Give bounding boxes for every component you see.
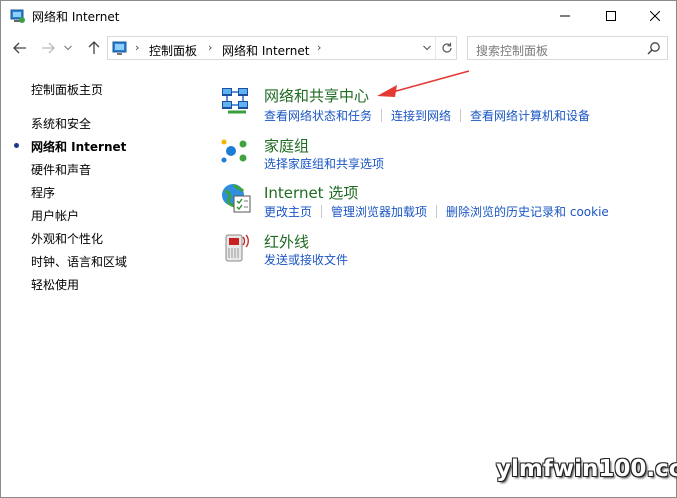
breadcrumb-network-internet[interactable]: 网络和 Internet: [222, 42, 309, 59]
sidebar-item-system-security[interactable]: 系统和安全: [31, 115, 91, 132]
internet-options-title[interactable]: Internet 选项: [264, 182, 358, 203]
address-history-chevron-down-icon[interactable]: [419, 37, 435, 59]
infrared-icon[interactable]: [220, 231, 252, 263]
minimize-button[interactable]: [542, 1, 588, 31]
homegroup-links: 选择家庭组和共享选项: [264, 155, 384, 172]
breadcrumb-control-panel[interactable]: 控制面板: [149, 42, 197, 59]
close-button[interactable]: [632, 1, 677, 31]
change-homepage-link[interactable]: 更改主页: [264, 203, 312, 220]
title-bar: 网络和 Internet: [1, 1, 676, 31]
infrared-links: 发送或接收文件: [264, 251, 348, 268]
control-panel-window: 网络和 Internet › 控制面板 › 网络和 Internet › 搜索控…: [0, 0, 677, 498]
network-sharing-center-icon[interactable]: [220, 85, 252, 117]
sidebar-item-clock-language-region[interactable]: 时钟、语言和区域: [31, 253, 127, 270]
link-divider: [381, 109, 383, 122]
network-window-icon: [10, 8, 26, 24]
breadcrumb-separator-icon[interactable]: ›: [208, 41, 212, 54]
link-divider: [321, 205, 323, 218]
search-placeholder: 搜索控制面板: [476, 44, 549, 58]
sidebar-item-programs[interactable]: 程序: [31, 184, 55, 201]
sidebar-item-user-accounts[interactable]: 用户帐户: [31, 207, 79, 224]
send-receive-files-link[interactable]: 发送或接收文件: [264, 251, 348, 268]
link-divider: [460, 109, 462, 122]
watermark: ylmfwin100.com: [496, 456, 677, 482]
homegroup-sharing-options-link[interactable]: 选择家庭组和共享选项: [264, 155, 384, 172]
search-input[interactable]: 搜索控制面板: [467, 36, 668, 60]
recent-locations-chevron-down-icon[interactable]: [61, 37, 75, 59]
homegroup-title[interactable]: 家庭组: [264, 135, 309, 156]
manage-addons-link[interactable]: 管理浏览器加载项: [331, 203, 427, 220]
current-item-bullet-icon: [14, 143, 19, 148]
search-icon[interactable]: [647, 41, 661, 55]
window-title: 网络和 Internet: [32, 10, 120, 24]
address-bar[interactable]: › 控制面板 › 网络和 Internet ›: [107, 36, 457, 60]
link-divider: [436, 205, 438, 218]
internet-options-links: 更改主页 管理浏览器加载项 删除浏览的历史记录和 cookie: [264, 203, 609, 220]
navigation-bar: › 控制面板 › 网络和 Internet › 搜索控制面板: [1, 31, 676, 65]
delete-browsing-history-link[interactable]: 删除浏览的历史记录和 cookie: [446, 203, 609, 220]
sidebar-item-hardware-sound[interactable]: 硬件和声音: [31, 161, 91, 178]
network-sharing-center-links: 查看网络状态和任务 连接到网络 查看网络计算机和设备: [264, 107, 590, 124]
sidebar: 控制面板主页 系统和安全 网络和 Internet 硬件和声音 程序 用户帐户 …: [1, 65, 201, 365]
annotation-arrow-icon: [377, 70, 470, 97]
sidebar-item-control-panel-home[interactable]: 控制面板主页: [31, 81, 103, 98]
homegroup-icon[interactable]: [220, 135, 252, 167]
view-network-computers-link[interactable]: 查看网络计算机和设备: [470, 107, 590, 124]
connect-to-network-link[interactable]: 连接到网络: [391, 107, 451, 124]
internet-options-icon[interactable]: [220, 182, 252, 214]
control-panel-icon: [112, 40, 128, 56]
up-arrow-icon[interactable]: [83, 37, 105, 59]
network-sharing-center-title[interactable]: 网络和共享中心: [264, 85, 369, 106]
forward-arrow-icon[interactable]: [37, 37, 59, 59]
back-arrow-icon[interactable]: [9, 37, 31, 59]
maximize-button[interactable]: [588, 1, 634, 31]
breadcrumb-separator-icon[interactable]: ›: [135, 41, 139, 54]
sidebar-item-ease-of-access[interactable]: 轻松使用: [31, 276, 79, 293]
sidebar-item-appearance[interactable]: 外观和个性化: [31, 230, 103, 247]
breadcrumb-separator-icon[interactable]: ›: [317, 41, 321, 54]
refresh-icon[interactable]: [435, 37, 457, 59]
view-network-status-link[interactable]: 查看网络状态和任务: [264, 107, 372, 124]
infrared-title[interactable]: 红外线: [264, 231, 309, 252]
sidebar-item-network-internet: 网络和 Internet: [31, 140, 127, 154]
